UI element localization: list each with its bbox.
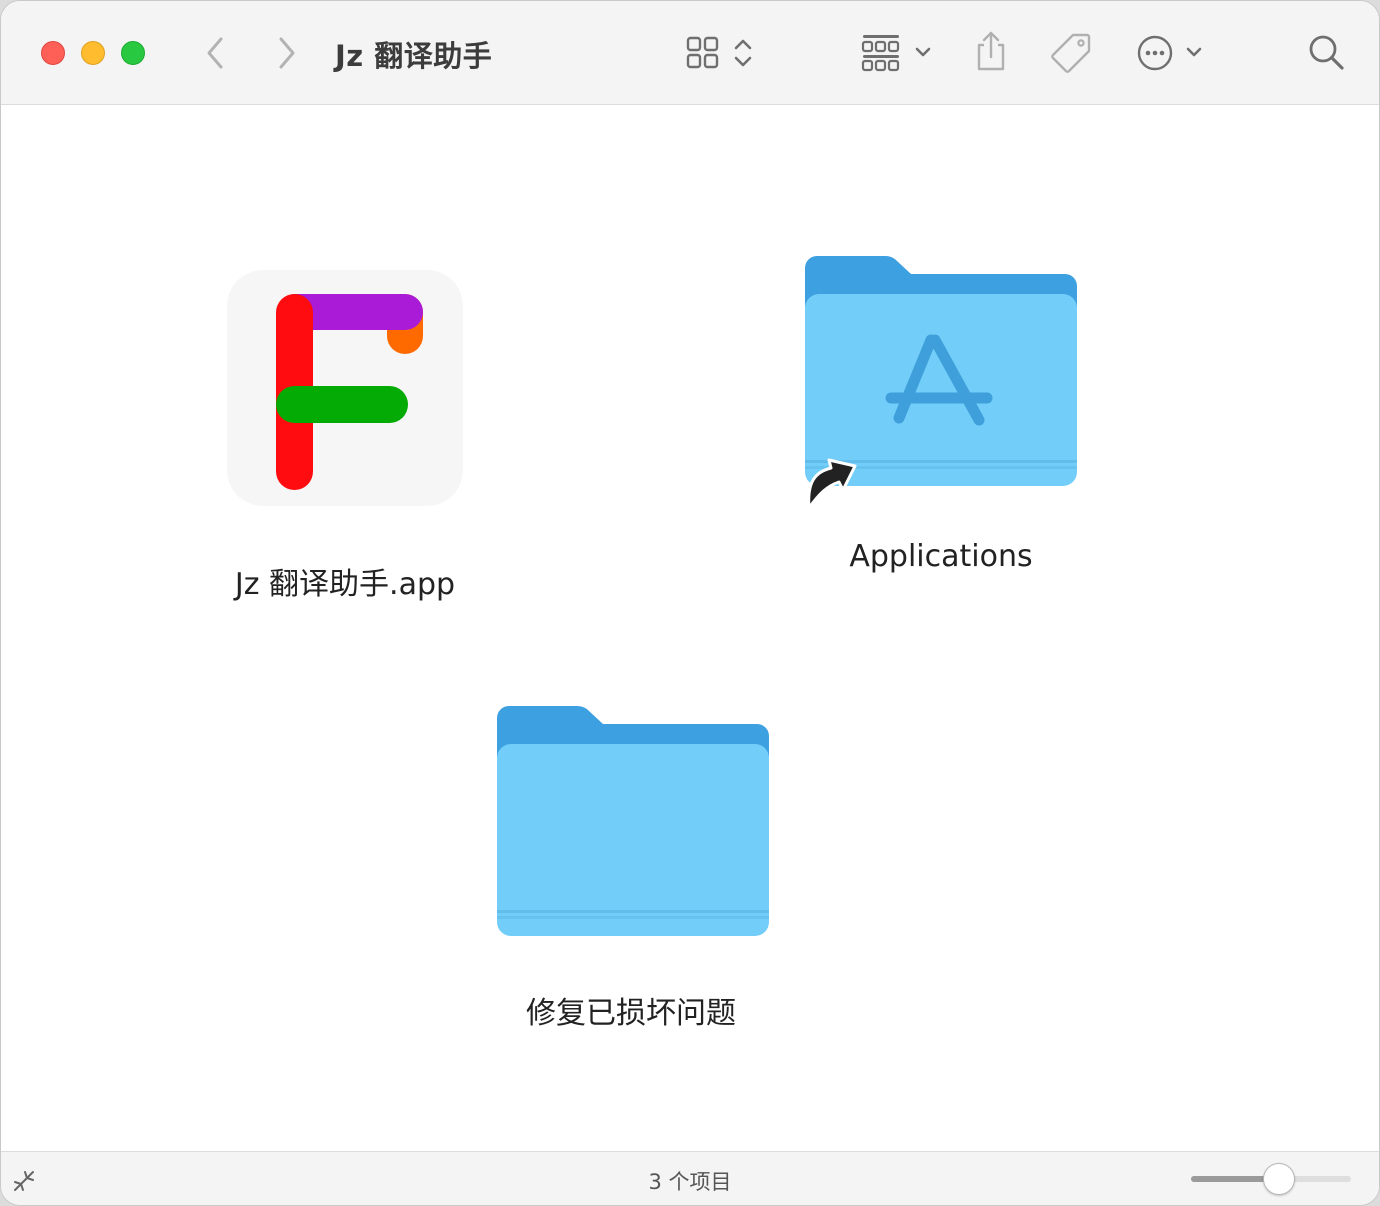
file-item-fix-folder[interactable] xyxy=(487,704,777,948)
finder-window: Jz 翻译助手 Jz 翻译助手.app Applications 修复已损坏问题… xyxy=(0,0,1380,1206)
folder-icon xyxy=(497,705,769,936)
app-icon xyxy=(227,270,463,506)
search-button[interactable] xyxy=(1307,33,1347,73)
icon-grid-icon xyxy=(686,36,752,69)
icon-size-slider-knob[interactable] xyxy=(1263,1163,1295,1195)
file-item-applications[interactable] xyxy=(795,254,1085,518)
share-button[interactable] xyxy=(973,29,1009,73)
file-grid: Jz 翻译助手.app Applications 修复已损坏问题 xyxy=(1,106,1379,1151)
chevron-left-icon xyxy=(207,37,223,69)
more-actions-button[interactable] xyxy=(1135,33,1207,73)
forward-button[interactable] xyxy=(273,35,301,71)
close-window-button[interactable] xyxy=(41,41,65,65)
file-item-fix-folder-label[interactable]: 修复已损坏问题 xyxy=(451,988,811,1032)
group-button[interactable] xyxy=(861,33,937,73)
status-bar: 3 个项目 xyxy=(1,1151,1379,1205)
chevron-right-icon xyxy=(279,37,295,69)
fullscreen-window-button[interactable] xyxy=(121,41,145,65)
tag-icon xyxy=(1051,33,1091,73)
item-count: 3 个项目 xyxy=(648,1170,732,1194)
file-item-applications-label[interactable]: Applications xyxy=(761,539,1121,574)
share-icon xyxy=(977,31,1005,71)
more-icon xyxy=(1137,35,1202,71)
back-button[interactable] xyxy=(201,35,229,71)
search-icon xyxy=(1309,35,1344,70)
file-item-app-label[interactable]: Jz 翻译助手.app xyxy=(165,559,525,603)
tag-button[interactable] xyxy=(1049,31,1093,75)
window-title: Jz 翻译助手 xyxy=(335,39,493,73)
group-icon xyxy=(861,35,931,72)
applications-folder-icon xyxy=(805,255,1077,510)
minimize-window-button[interactable] xyxy=(81,41,105,65)
view-mode-button[interactable] xyxy=(685,35,757,71)
toolbar: Jz 翻译助手 xyxy=(1,1,1379,105)
file-item-app[interactable] xyxy=(223,266,467,514)
